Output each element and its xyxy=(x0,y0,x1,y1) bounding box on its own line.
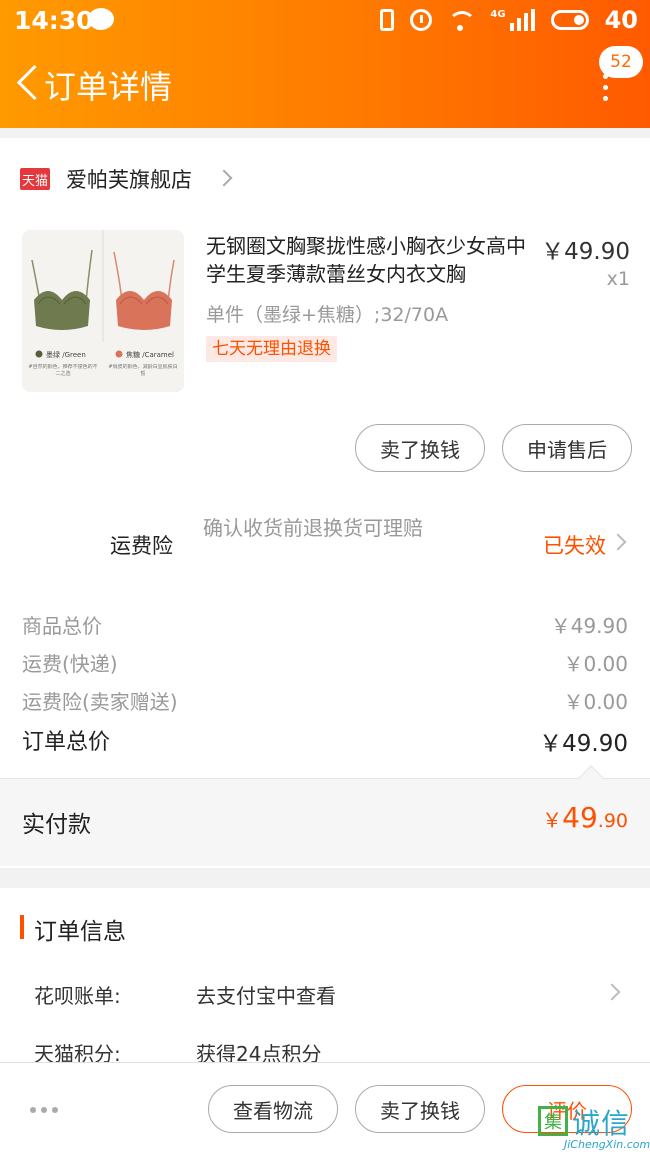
back-arrow-icon[interactable] xyxy=(14,66,40,100)
watermark-logo: 集 xyxy=(538,1106,568,1136)
sell-for-cash-button[interactable]: 卖了换钱 xyxy=(355,1085,485,1133)
store-name[interactable]: 爱帕芙旗舰店 xyxy=(66,164,192,194)
watermark-text: 诚信 xyxy=(572,1107,631,1140)
battery-level: 40 xyxy=(604,6,638,34)
order-total-value: ￥49.90 xyxy=(539,731,628,757)
after-sales-button[interactable]: 申请售后 xyxy=(502,424,632,472)
sell-for-cash-button[interactable]: 卖了换钱 xyxy=(355,424,485,472)
status-icons: 4G 40 xyxy=(380,6,638,34)
freight-insurance-label: 运费险 xyxy=(110,534,173,558)
chevron-right-icon[interactable] xyxy=(609,533,627,551)
paid-amount: ￥49.90 xyxy=(542,801,628,834)
green-swatch-label: 墨绿 /Green xyxy=(46,350,86,359)
caramel-swatch-label: 焦糖 /Caramel xyxy=(126,350,174,359)
insurance-fee-label: 运费险(卖家赠送) xyxy=(22,690,178,714)
product-title[interactable]: 无钢圈文胸聚拢性感小胸衣少女高中学生夏季薄款蕾丝女内衣文胸 xyxy=(206,232,540,288)
order-info-title: 订单信息 xyxy=(34,919,126,945)
vibrate-icon xyxy=(380,9,395,31)
wifi-icon xyxy=(448,9,477,31)
insurance-fee-value: ￥0.00 xyxy=(563,690,628,714)
section-accent-bar xyxy=(20,915,24,939)
status-time: 14:30 xyxy=(14,6,94,35)
goods-total-value: ￥49.90 xyxy=(550,614,628,638)
product-quantity: x1 xyxy=(606,268,630,290)
bra-product-photo: 墨绿 /Green 焦糖 /Caramel #自然的颜色，推荐不撞色的不二之选 … xyxy=(22,230,184,392)
return-policy-tag: 七天无理由退换 xyxy=(206,336,337,362)
order-card: 天猫 爱帕芙旗舰店 墨绿 /Green 焦糖 /Caramel #自然的颜色，推… xyxy=(0,138,650,868)
product-sku: 单件（墨绿+焦糖）;32/70A xyxy=(206,304,449,326)
battery-icon xyxy=(550,10,589,30)
pointer-notch xyxy=(578,765,604,791)
alarm-icon xyxy=(410,9,433,31)
freight-insurance-status[interactable]: 已失效 xyxy=(543,530,606,560)
app-header: 14:30 4G 40 订单详情 52 xyxy=(0,0,650,128)
status-bar: 14:30 4G 40 xyxy=(0,0,650,42)
more-dots-icon[interactable] xyxy=(30,1107,58,1113)
page-title: 订单详情 xyxy=(44,68,173,106)
shipping-value: ￥0.00 xyxy=(563,652,628,676)
view-logistics-button[interactable]: 查看物流 xyxy=(208,1085,338,1133)
watermark-url: JiChengXin.com xyxy=(564,1138,650,1151)
network-type: 4G xyxy=(490,9,506,20)
paid-label: 实付款 xyxy=(22,812,91,838)
signal-icon: 4G xyxy=(490,9,535,31)
huabei-bill-value[interactable]: 去支付宝中查看 xyxy=(196,980,336,1009)
order-info-card: 订单信息 花呗账单: 去支付宝中查看 天猫积分: 获得24点积分 xyxy=(0,888,650,1068)
huabei-bill-label: 花呗账单: xyxy=(34,984,121,1008)
product-image[interactable]: 墨绿 /Green 焦糖 /Caramel #自然的颜色，推荐不撞色的不二之选 … xyxy=(22,230,184,392)
order-total-label: 订单总价 xyxy=(22,730,111,755)
paid-amount-box: 实付款 ￥49.90 xyxy=(0,765,650,866)
paid-integer: 49 xyxy=(562,801,598,834)
freight-insurance-description: 确认收货前退换货可理赔 xyxy=(203,516,423,540)
green-swatch-desc: #自然的颜色，推荐不撞色的不二之选 xyxy=(28,364,98,377)
chevron-right-icon[interactable] xyxy=(215,169,233,187)
tmall-logo: 天猫 xyxy=(20,168,50,190)
chevron-right-icon[interactable] xyxy=(603,983,621,1001)
caramel-swatch-desc: #俏皮的颜色，减龄白显肌肤白皙 xyxy=(108,364,178,377)
wechat-notification-icon xyxy=(88,8,114,30)
product-price: ￥49.90 xyxy=(541,239,630,265)
paid-decimal: .90 xyxy=(597,810,628,832)
store-row[interactable]: 天猫 爱帕芙旗舰店 xyxy=(20,166,192,192)
site-watermark: 集 诚信 JiChengXin.com xyxy=(534,1100,650,1155)
more-menu-icon[interactable] xyxy=(603,74,609,102)
shipping-label: 运费(快递) xyxy=(22,652,118,676)
paid-currency: ￥ xyxy=(542,808,563,832)
goods-total-label: 商品总价 xyxy=(22,614,102,638)
